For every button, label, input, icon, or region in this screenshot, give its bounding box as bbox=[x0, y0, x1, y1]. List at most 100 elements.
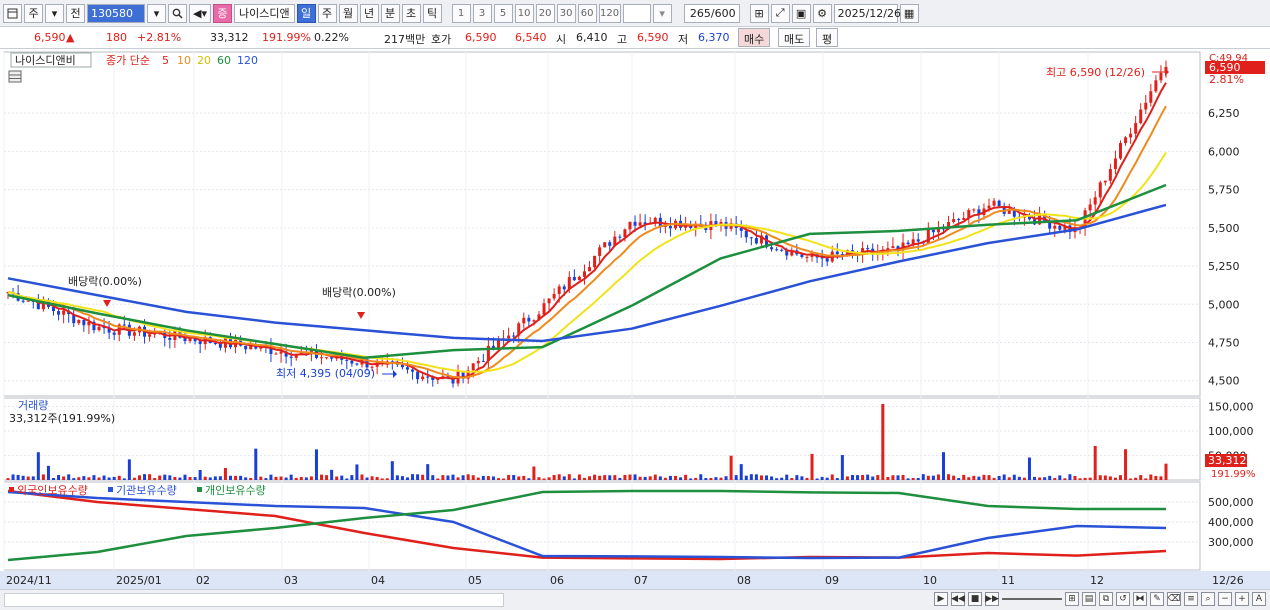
stock-chart[interactable]: 나이스디앤비 종가 단순 5 10 20 60 120 6,250 6,000 5,… bbox=[0, 49, 1270, 589]
period-minute-tab[interactable]: 분 bbox=[380, 3, 400, 23]
data-count-input[interactable]: 265/600 bbox=[683, 3, 740, 23]
candle-body bbox=[1098, 182, 1102, 198]
volume-bar bbox=[992, 477, 996, 480]
period-tick-tab[interactable]: 틱 bbox=[422, 3, 442, 23]
minus-icon[interactable]: − bbox=[1218, 592, 1232, 606]
candle-body bbox=[77, 320, 81, 324]
crosshair-icon[interactable]: ⤢ bbox=[770, 3, 790, 23]
restore-icon[interactable]: ↺ bbox=[1116, 592, 1130, 606]
search-icon[interactable] bbox=[168, 3, 187, 23]
save-icon[interactable]: ▣ bbox=[791, 3, 811, 23]
compare-icon[interactable]: ⧉ bbox=[1099, 592, 1113, 606]
bottom-toolbar: ▶ ◀◀ ■ ▶▶ ⊞ ▤ ⧉ ↺ ⧓ ✎ ⌫ ≡ ⌕ − + A bbox=[0, 589, 1270, 610]
horizontal-scrollbar[interactable] bbox=[4, 593, 504, 607]
volume-panel[interactable] bbox=[3, 397, 1201, 481]
candle-body bbox=[97, 326, 101, 331]
volume-bar bbox=[1002, 474, 1006, 480]
period-week-tab[interactable]: 주 bbox=[317, 3, 337, 23]
layers-icon[interactable]: ≡ bbox=[1184, 592, 1198, 606]
volume-bar bbox=[228, 475, 232, 480]
volume-bar bbox=[582, 477, 586, 480]
market-type-select[interactable]: 주 bbox=[24, 3, 43, 23]
candle-body bbox=[1139, 109, 1143, 124]
interval-dropdown-icon[interactable]: ▾ bbox=[652, 3, 672, 23]
chevron-down-icon[interactable]: ▾ bbox=[45, 3, 64, 23]
calendar-icon[interactable]: ▦ bbox=[899, 3, 919, 23]
candle-body bbox=[1134, 123, 1138, 134]
stop-icon[interactable]: ■ bbox=[968, 592, 982, 606]
x-axis-label: 12 bbox=[1090, 574, 1104, 587]
interval-60[interactable]: 60 bbox=[577, 3, 597, 23]
play-icon[interactable]: ▶ bbox=[934, 592, 948, 606]
eraser-icon[interactable]: ⌫ bbox=[1167, 592, 1181, 606]
candle-body bbox=[416, 371, 420, 380]
gear-icon[interactable]: ⚙ bbox=[812, 3, 832, 23]
volume-bar bbox=[800, 476, 804, 480]
interval-1[interactable]: 1 bbox=[451, 3, 471, 23]
legend-ma-10: 10 bbox=[177, 54, 191, 67]
prev-button[interactable]: 전 bbox=[66, 3, 85, 23]
candle-body bbox=[148, 334, 152, 337]
zoom-slider[interactable] bbox=[1002, 598, 1062, 600]
x-axis-label: 02 bbox=[196, 574, 210, 587]
date-input[interactable]: 2025/12/26 bbox=[833, 3, 901, 23]
table-toggle-icon[interactable] bbox=[8, 70, 22, 83]
volume-bar bbox=[218, 476, 222, 480]
x-axis-label: 2024/11 bbox=[6, 574, 52, 587]
auto-icon[interactable]: A bbox=[1252, 592, 1266, 606]
volume-bar bbox=[972, 475, 976, 480]
sound-icon[interactable]: ◀▾ bbox=[189, 3, 211, 23]
candle-settings-icon[interactable]: ⊞ bbox=[749, 3, 769, 23]
avg-button[interactable]: 평 bbox=[816, 28, 839, 47]
candle-body bbox=[26, 300, 30, 302]
volume-bar bbox=[982, 474, 986, 480]
price-y-tick: 5,500 bbox=[1208, 222, 1240, 235]
x-axis-label: 08 bbox=[737, 574, 751, 587]
volume-bar bbox=[330, 469, 334, 480]
grid-icon[interactable]: ⊞ bbox=[1065, 592, 1079, 606]
price-y-tick: 5,000 bbox=[1208, 298, 1240, 311]
period-second-tab[interactable]: 초 bbox=[401, 3, 421, 23]
zoom-icon[interactable]: ⌕ bbox=[1201, 592, 1215, 606]
interval-3[interactable]: 3 bbox=[472, 3, 492, 23]
code-dropdown-icon[interactable]: ▾ bbox=[147, 3, 166, 23]
volume-value: 33,312 bbox=[210, 31, 249, 44]
period-day-tab[interactable]: 일 bbox=[296, 3, 316, 23]
dividend-annotation-1: 배당락(0.00%) bbox=[68, 275, 142, 288]
chart-type-icon[interactable]: ▤ bbox=[1082, 592, 1096, 606]
interval-30[interactable]: 30 bbox=[556, 3, 576, 23]
stock-code-input[interactable]: 130580 bbox=[87, 3, 145, 23]
period-month-tab[interactable]: 월 bbox=[338, 3, 358, 23]
candle-body bbox=[1113, 158, 1117, 170]
interval-10[interactable]: 10 bbox=[514, 3, 534, 23]
link-icon[interactable]: ⧓ bbox=[1133, 592, 1147, 606]
volume-bar bbox=[987, 475, 991, 480]
volume-bar bbox=[1022, 477, 1026, 480]
layout-icon[interactable] bbox=[3, 3, 22, 23]
interval-20[interactable]: 20 bbox=[535, 3, 555, 23]
candle-body bbox=[320, 357, 324, 359]
volume-bar bbox=[223, 467, 227, 480]
interval-120[interactable]: 120 bbox=[598, 3, 621, 23]
volume-bar bbox=[1063, 478, 1067, 480]
rewind-icon[interactable]: ◀◀ bbox=[951, 592, 965, 606]
volume-bar bbox=[881, 404, 885, 480]
draw-icon[interactable]: ✎ bbox=[1150, 592, 1164, 606]
candle-body bbox=[972, 209, 976, 211]
volume-bar bbox=[1058, 475, 1062, 480]
custom-interval-input[interactable] bbox=[622, 3, 651, 23]
plus-icon[interactable]: + bbox=[1235, 592, 1249, 606]
price-y-tick: 6,250 bbox=[1208, 107, 1240, 120]
volume-bar bbox=[46, 465, 50, 480]
sell-button[interactable]: 매도 bbox=[778, 28, 811, 47]
candle-body bbox=[1118, 143, 1122, 159]
candle-body bbox=[668, 226, 672, 229]
buy-button[interactable]: 매수 bbox=[738, 28, 771, 47]
volume-bar bbox=[456, 477, 460, 480]
period-year-tab[interactable]: 년 bbox=[359, 3, 379, 23]
interval-5[interactable]: 5 bbox=[493, 3, 513, 23]
fast-forward-icon[interactable]: ▶▶ bbox=[985, 592, 999, 606]
candle-body bbox=[825, 258, 829, 262]
volume-bar bbox=[1103, 475, 1107, 480]
candle-body bbox=[330, 357, 334, 359]
